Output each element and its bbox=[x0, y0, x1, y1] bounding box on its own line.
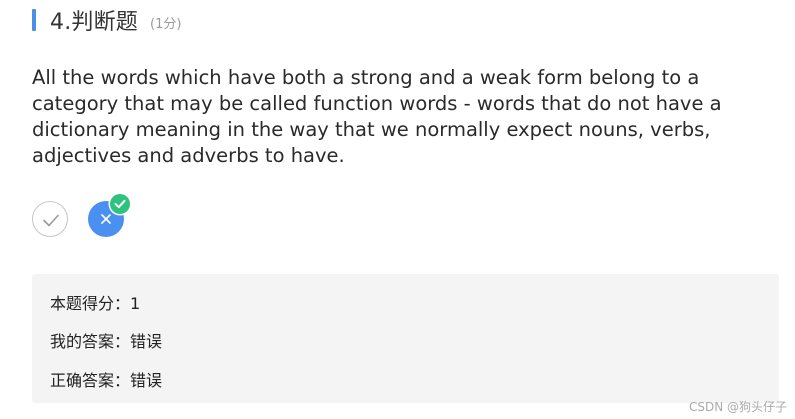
my-answer-line: 我的答案：错误 bbox=[50, 332, 163, 351]
question-score: (1分) bbox=[150, 17, 182, 32]
question-header: 4.判断题 (1分) bbox=[32, 7, 182, 35]
watermark: CSDN @狗头仔子 bbox=[688, 400, 787, 414]
correct-answer-line: 正确答案：错误 bbox=[50, 371, 163, 390]
answer-panel: 本题得分：1 我的答案：错误 正确答案：错误 bbox=[32, 274, 779, 403]
selected-badge bbox=[110, 194, 130, 214]
question-text: All the words which have both a strong a… bbox=[32, 66, 722, 167]
check-icon bbox=[114, 199, 126, 209]
check-icon bbox=[43, 214, 59, 227]
title-accent-bar bbox=[32, 9, 36, 31]
true-option[interactable] bbox=[32, 201, 68, 237]
score-line: 本题得分：1 bbox=[50, 294, 141, 313]
question-title: 4.判断题 bbox=[50, 10, 138, 35]
